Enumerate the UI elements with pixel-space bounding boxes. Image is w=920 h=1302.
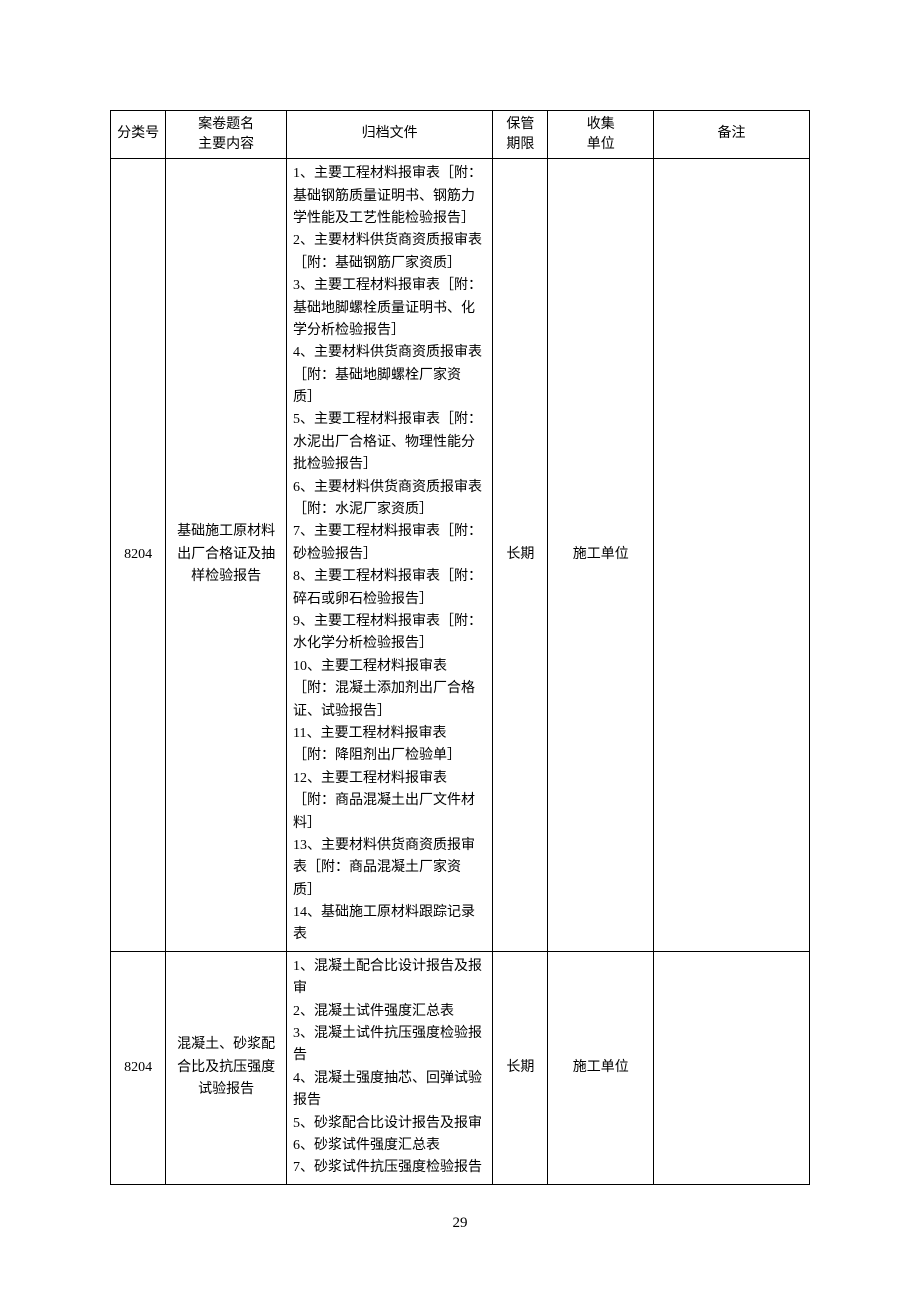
header-category-id: 分类号 (111, 111, 166, 159)
header-period-line1: 保管 (506, 117, 534, 132)
cell-period: 长期 (493, 951, 548, 1184)
header-title-line1: 案卷题名 (198, 117, 254, 132)
header-title: 案卷题名 主要内容 (166, 111, 287, 159)
header-period: 保管 期限 (493, 111, 548, 159)
cell-file: 1、混凝土配合比设计报告及报审2、混凝土试件强度汇总表3、混凝土试件抗压强度检验… (287, 951, 493, 1184)
table-row: 8204 混凝土、砂浆配合比及抗压强度试验报告 1、混凝土配合比设计报告及报审2… (111, 951, 810, 1184)
cell-title: 基础施工原材料出厂合格证及抽样检验报告 (166, 159, 287, 952)
cell-id: 8204 (111, 159, 166, 952)
cell-period: 长期 (493, 159, 548, 952)
header-unit-line1: 收集 (587, 117, 615, 132)
cell-file: 1、主要工程材料报审表［附：基础钢筋质量证明书、钢筋力学性能及工艺性能检验报告］… (287, 159, 493, 952)
table-header-row: 分类号 案卷题名 主要内容 归档文件 保管 期限 收集 单位 备注 (111, 111, 810, 159)
cell-id: 8204 (111, 951, 166, 1184)
header-file: 归档文件 (287, 111, 493, 159)
header-period-line2: 期限 (506, 137, 534, 152)
table-row: 8204 基础施工原材料出厂合格证及抽样检验报告 1、主要工程材料报审表［附：基… (111, 159, 810, 952)
page-number: 29 (110, 1215, 810, 1232)
header-remark: 备注 (654, 111, 810, 159)
header-title-line2: 主要内容 (198, 137, 254, 152)
cell-title: 混凝土、砂浆配合比及抗压强度试验报告 (166, 951, 287, 1184)
cell-unit: 施工单位 (548, 951, 654, 1184)
cell-remark (654, 159, 810, 952)
cell-remark (654, 951, 810, 1184)
header-unit-line2: 单位 (587, 137, 615, 152)
header-unit: 收集 单位 (548, 111, 654, 159)
table-body: 8204 基础施工原材料出厂合格证及抽样检验报告 1、主要工程材料报审表［附：基… (111, 159, 810, 1185)
archive-table: 分类号 案卷题名 主要内容 归档文件 保管 期限 收集 单位 备注 8204 基… (110, 110, 810, 1185)
cell-unit: 施工单位 (548, 159, 654, 952)
